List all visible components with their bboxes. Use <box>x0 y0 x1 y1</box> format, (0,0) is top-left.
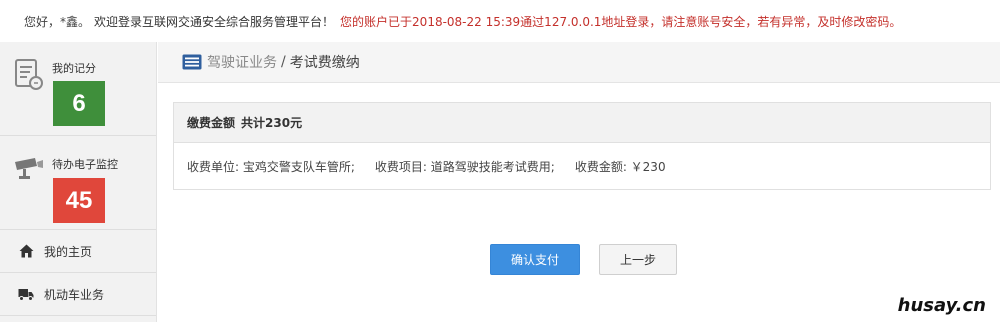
monitor-label: 待办电子监控 <box>52 158 118 171</box>
user-name: *鑫。 <box>60 14 91 29</box>
monitor-panel[interactable]: 待办电子监控 45 <box>0 136 156 230</box>
top-notice-bar: 您好， *鑫。 欢迎登录互联网交通安全综合服务管理平台！ 您的账户已于2018-… <box>0 0 1000 42</box>
home-icon <box>18 243 34 259</box>
site-watermark: husay.cn <box>897 295 986 316</box>
welcome-text: 欢迎登录互联网交通安全综合服务管理平台！ <box>94 14 335 29</box>
camera-icon <box>13 156 45 185</box>
sidebar-item-home[interactable]: 我的主页 <box>0 230 156 273</box>
fee-unit: 收费单位: 宝鸡交警支队车管所; <box>187 160 355 174</box>
breadcrumb: 驾驶证业务 / 考试费缴纳 <box>158 42 1000 83</box>
page-title: 考试费缴纳 <box>289 55 360 71</box>
previous-step-button[interactable]: 上一步 <box>599 244 677 275</box>
breadcrumb-separator: / <box>281 54 286 70</box>
payment-title: 缴费金额 <box>187 116 236 130</box>
sidebar: 我的记分 6 待办电子监控 45 我的主页 机动车业务 <box>0 42 157 322</box>
sidebar-item-label: 机动车业务 <box>44 287 105 302</box>
score-label: 我的记分 <box>52 62 96 75</box>
fee-amount: 收费金额: ￥230 <box>574 160 666 174</box>
payment-total: 共计230元 <box>241 116 303 130</box>
score-card-icon <box>13 58 45 95</box>
fee-item: 收费项目: 道路驾驶技能考试费用; <box>374 160 555 174</box>
sidebar-item-vehicle[interactable]: 机动车业务 <box>0 273 156 316</box>
sidebar-item-label: 我的主页 <box>44 244 93 259</box>
truck-icon <box>18 286 34 302</box>
payment-panel-header: 缴费金额 共计230元 <box>174 103 990 143</box>
score-panel[interactable]: 我的记分 6 <box>0 42 156 136</box>
login-notice: 您的账户已于2018-08-22 15:39通过127.0.0.1地址登录，请注… <box>340 14 902 29</box>
payment-panel: 缴费金额 共计230元 收费单位: 宝鸡交警支队车管所; 收费项目: 道路驾驶技… <box>173 102 991 190</box>
monitor-value-badge[interactable]: 45 <box>53 178 105 223</box>
main-content: 驾驶证业务 / 考试费缴纳 缴费金额 共计230元 收费单位: 宝鸡交警支队车管… <box>158 42 1000 322</box>
payment-details: 收费单位: 宝鸡交警支队车管所; 收费项目: 道路驾驶技能考试费用; 收费金额:… <box>174 143 990 190</box>
score-value-badge[interactable]: 6 <box>53 81 105 126</box>
list-icon <box>182 54 202 70</box>
greeting-text: 您好， <box>24 14 61 29</box>
confirm-payment-button[interactable]: 确认支付 <box>490 244 580 275</box>
breadcrumb-parent-link[interactable]: 驾驶证业务 <box>207 52 277 72</box>
action-buttons: 确认支付 上一步 <box>490 244 677 275</box>
